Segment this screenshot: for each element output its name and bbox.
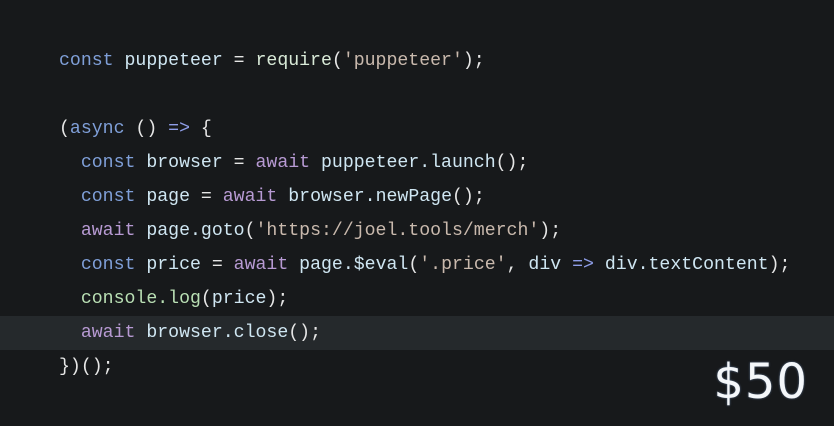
code-token: page <box>146 187 191 207</box>
code-line[interactable]: (async () => { <box>0 112 834 146</box>
code-token: { <box>190 119 212 139</box>
code-line-current[interactable]: await browser.close(); <box>0 316 834 350</box>
code-token: => <box>168 119 191 139</box>
code-line[interactable] <box>0 78 834 112</box>
code-token: puppeteer.launch <box>321 153 496 173</box>
code-line[interactable]: const page = await browser.newPage(); <box>0 180 834 214</box>
code-line[interactable]: const price = await page.$eval('.price',… <box>0 248 834 282</box>
code-token: ( <box>331 51 343 71</box>
code-token: price <box>211 289 267 309</box>
code-token: ( <box>244 221 256 241</box>
code-token: ( <box>59 119 70 139</box>
code-token: = <box>222 153 256 173</box>
code-token: puppeteer <box>124 51 223 71</box>
code-token: = <box>190 187 223 207</box>
code-token: await <box>222 187 278 207</box>
code-editor[interactable]: const puppeteer = require('puppeteer');(… <box>0 44 834 384</box>
code-token: , <box>506 255 529 275</box>
code-token: ); <box>266 289 289 309</box>
code-token: () <box>124 119 169 139</box>
code-token: require <box>255 51 332 71</box>
code-line[interactable]: console.log(price); <box>0 282 834 316</box>
code-token: browser <box>146 153 223 173</box>
code-token: 'puppeteer' <box>342 51 463 71</box>
code-token: (); <box>288 323 321 343</box>
code-token: browser.newPage <box>288 187 452 207</box>
code-token: ); <box>539 221 562 241</box>
code-line[interactable]: const browser = await puppeteer.launch()… <box>0 146 834 180</box>
code-token: const <box>80 187 136 207</box>
code-token: await <box>255 153 311 173</box>
code-token: console.log <box>80 289 201 309</box>
code-token: ); <box>462 51 485 71</box>
code-token: = <box>222 51 256 71</box>
code-token: (); <box>495 153 529 173</box>
price-output: $50 <box>713 354 808 410</box>
code-token: (); <box>451 187 485 207</box>
code-token: div <box>528 255 562 275</box>
code-token: div.textContent <box>604 255 769 275</box>
code-line[interactable]: await page.goto('https://joel.tools/merc… <box>0 214 834 248</box>
code-token: ( <box>200 289 212 309</box>
code-token: browser.close <box>146 323 289 343</box>
code-token: page.goto <box>146 221 245 241</box>
code-token: const <box>80 153 136 173</box>
code-token: await <box>80 323 136 343</box>
code-line[interactable]: const puppeteer = require('puppeteer'); <box>0 44 834 78</box>
code-token: price <box>146 255 201 275</box>
code-token: const <box>80 255 136 275</box>
code-token: => <box>572 255 594 275</box>
code-token: await <box>80 221 136 241</box>
code-token: '.price' <box>419 255 507 275</box>
code-token: page.$eval <box>299 255 409 275</box>
code-token: 'https://joel.tools/merch' <box>255 221 540 241</box>
code-token: })(); <box>59 357 114 377</box>
code-token: async <box>69 119 125 139</box>
code-token: await <box>233 255 289 275</box>
code-token: = <box>200 255 234 275</box>
code-token: ); <box>768 255 791 275</box>
code-token: ( <box>408 255 420 275</box>
code-line[interactable]: })(); <box>0 350 834 384</box>
code-token: const <box>59 51 114 71</box>
